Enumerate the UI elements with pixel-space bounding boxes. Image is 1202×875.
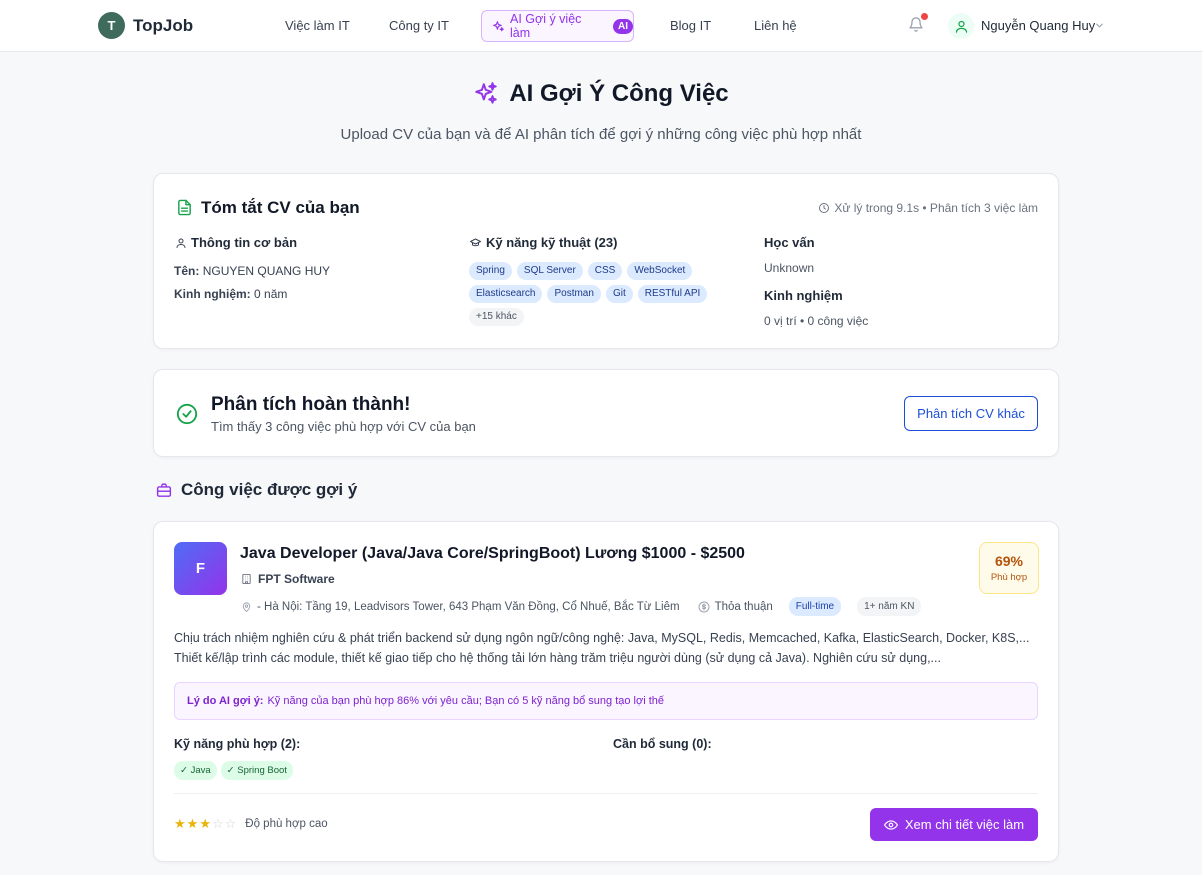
experience-tag: 1+ năm KN xyxy=(857,597,922,616)
skills-heading-text: Kỹ năng kỹ thuật (23) xyxy=(486,235,618,250)
cv-name-label: Tên: xyxy=(174,264,200,278)
briefcase-icon xyxy=(155,482,173,499)
map-pin-icon xyxy=(241,601,252,613)
cv-processing-meta: Xử lý trong 9.1s • Phân tích 3 việc làm xyxy=(818,201,1038,215)
star-filled-icon: ★ xyxy=(186,816,199,831)
analysis-complete-subtitle: Tìm thấy 3 công việc phù hợp với CV của … xyxy=(211,419,476,434)
page-title: AI Gợi Ý Công Việc xyxy=(509,80,729,107)
matched-skills-list: ✓ Java ✓ Spring Boot xyxy=(174,761,293,780)
user-icon xyxy=(175,237,187,249)
logo[interactable]: T TopJob xyxy=(98,12,193,39)
user-name[interactable]: Nguyễn Quang Huy xyxy=(981,18,1095,33)
match-score-badge: 69% Phù hợp xyxy=(979,542,1039,594)
missing-skills-heading: Cần bổ sung (0): xyxy=(613,737,712,751)
ai-reason-text: Kỹ năng của bạn phù hợp 86% với yêu cầu;… xyxy=(267,695,664,707)
nav-ai-label: AI Gợi ý việc làm xyxy=(510,12,582,40)
cv-processing-text: Xử lý trong 9.1s • Phân tích 3 việc làm xyxy=(834,201,1038,215)
star-filled-icon: ★ xyxy=(199,816,211,831)
job-title[interactable]: Java Developer (Java/Java Core/SpringBoo… xyxy=(240,545,745,563)
skill-chip: Postman xyxy=(547,285,601,303)
job-card[interactable]: F Java Developer (Java/Java Core/SpringB… xyxy=(153,521,1059,862)
divider xyxy=(174,793,1038,794)
skill-chip: SQL Server xyxy=(516,262,583,280)
page-subtitle: Upload CV của bạn và để AI phân tích để … xyxy=(340,126,862,143)
check-circle-icon xyxy=(176,403,198,425)
company-logo: F xyxy=(174,542,227,595)
matched-skill-chip: ✓ Java xyxy=(174,761,217,780)
experience-heading: Kinh nghiệm xyxy=(764,288,843,303)
recommended-jobs-heading: Công việc được gợi ý xyxy=(155,480,357,500)
logo-text: TopJob xyxy=(133,15,194,35)
cv-summary-title: Tóm tắt CV của bạn xyxy=(201,198,360,217)
analysis-complete-card: Phân tích hoàn thành! Tìm thấy 3 công vi… xyxy=(153,369,1059,457)
education-heading: Học vấn xyxy=(764,235,815,250)
skill-chip: Git xyxy=(605,285,633,303)
company-name[interactable]: FPT Software xyxy=(241,572,335,586)
view-job-detail-label: Xem chi tiết việc làm xyxy=(904,817,1025,832)
user-avatar[interactable] xyxy=(948,13,974,39)
recommended-jobs-title: Công việc được gợi ý xyxy=(181,480,358,499)
cv-experience-value: 0 năm xyxy=(254,287,288,301)
company-name-text: FPT Software xyxy=(258,572,335,586)
job-meta-row: - Hà Nội: Tầng 19, Leadvisors Tower, 643… xyxy=(241,597,922,616)
analyze-another-cv-button[interactable]: Phân tích CV khác xyxy=(904,396,1038,431)
nav-jobs-it[interactable]: Việc làm IT xyxy=(285,18,350,33)
cv-summary-card: Tóm tắt CV của bạn Xử lý trong 9.1s • Ph… xyxy=(153,173,1059,349)
clock-icon xyxy=(818,202,830,214)
analysis-complete-title: Phân tích hoàn thành! xyxy=(211,394,411,415)
page-title-row: AI Gợi Ý Công Việc xyxy=(0,80,1202,108)
experience-value: 0 vị trí • 0 công việc xyxy=(764,314,869,328)
skill-chip: CSS xyxy=(587,262,623,280)
job-location: - Hà Nội: Tầng 19, Leadvisors Tower, 643… xyxy=(257,600,680,613)
sparkles-icon xyxy=(473,81,499,107)
cv-name-value: NGUYEN QUANG HUY xyxy=(202,264,331,278)
education-value: Unknown xyxy=(764,261,815,275)
nav-blog-it[interactable]: Blog IT xyxy=(670,18,711,33)
logo-mark: T xyxy=(98,12,125,39)
cv-experience-row: Kinh nghiệm: 0 năm xyxy=(174,287,287,301)
job-description: Chịu trách nhiệm nghiên cứu & phát triển… xyxy=(174,631,1030,665)
skill-more-chip: +15 khác xyxy=(469,308,524,326)
document-icon xyxy=(176,198,193,217)
skill-chip: RESTful API xyxy=(637,285,708,303)
job-type-tag: Full-time xyxy=(788,597,842,616)
rating-stars: ★ ★ ★ ☆ ☆ Độ phù hợp cao xyxy=(174,816,328,832)
basic-info-heading-text: Thông tin cơ bản xyxy=(191,235,298,250)
rating-label: Độ phù hợp cao xyxy=(245,818,328,830)
view-job-detail-button[interactable]: Xem chi tiết việc làm xyxy=(870,808,1038,841)
skills-heading: Kỹ năng kỹ thuật (23) xyxy=(469,235,617,250)
star-empty-icon: ☆ xyxy=(211,816,224,831)
eye-icon xyxy=(883,818,898,832)
cv-experience-label: Kinh nghiệm: xyxy=(174,287,251,301)
ai-reason-label: Lý do AI gợi ý: xyxy=(187,695,264,707)
matched-skills-heading: Kỹ năng phù hợp (2): xyxy=(174,737,301,751)
matched-skill-chip: ✓ Spring Boot xyxy=(220,761,293,780)
sparkles-icon xyxy=(492,20,505,33)
ai-reason-box: Lý do AI gợi ý: Kỹ năng của bạn phù hợp … xyxy=(174,682,1038,720)
skill-chip: Spring xyxy=(469,262,512,280)
job-salary: Thỏa thuận xyxy=(714,600,773,613)
cv-name-row: Tên: NGUYEN QUANG HUY xyxy=(174,264,330,278)
skills-chip-list: Spring SQL Server CSS WebSocket Elastics… xyxy=(469,262,709,326)
top-navbar: T TopJob Việc làm IT Công ty IT AI Gợi ý… xyxy=(0,0,1202,52)
notification-dot xyxy=(921,13,928,20)
star-filled-icon: ★ xyxy=(174,816,186,831)
chevron-down-icon[interactable] xyxy=(1094,20,1105,31)
graduation-cap-icon xyxy=(469,237,482,249)
match-percent: 69% xyxy=(994,553,1024,569)
basic-info-heading: Thông tin cơ bản xyxy=(175,235,297,250)
nav-contact[interactable]: Liên hệ xyxy=(754,18,797,33)
nav-ai-job-suggest[interactable]: AI Gợi ý việc làm AI xyxy=(481,10,634,42)
dollar-circle-icon xyxy=(698,601,710,613)
building-icon xyxy=(241,573,252,585)
skill-chip: WebSocket xyxy=(627,262,693,280)
ai-badge: AI xyxy=(613,18,633,34)
star-empty-icon: ☆ xyxy=(224,816,237,831)
match-label: Phù hợp xyxy=(990,572,1028,583)
skill-chip: Elasticsearch xyxy=(469,285,543,303)
nav-companies-it[interactable]: Công ty IT xyxy=(389,18,449,33)
